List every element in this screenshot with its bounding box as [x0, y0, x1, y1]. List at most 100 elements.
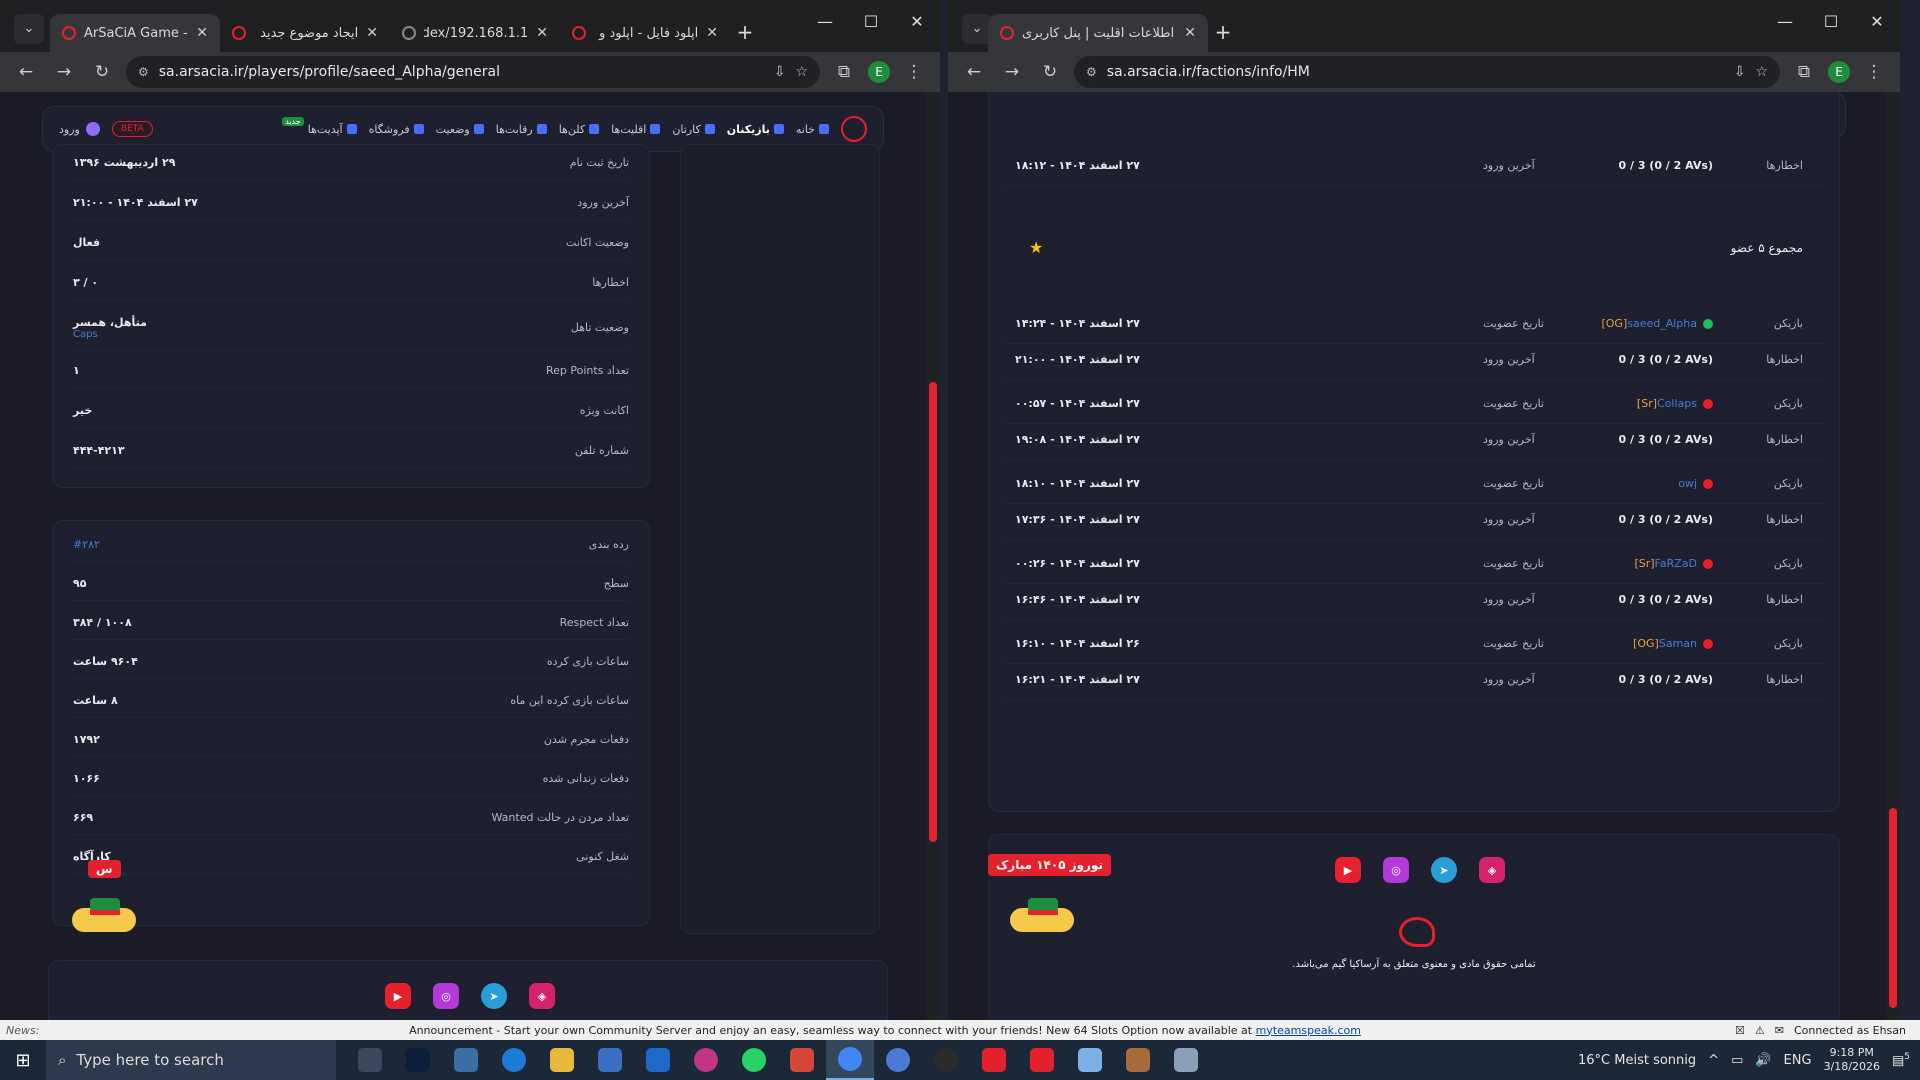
nowruz-mascot[interactable] — [1010, 898, 1074, 932]
nowruz-mascot[interactable] — [72, 898, 136, 932]
bookmark-star-icon[interactable]: ☆ — [1755, 64, 1768, 80]
discord-icon[interactable]: ◈ — [1479, 857, 1505, 883]
arsacia-icon[interactable] — [1018, 1040, 1066, 1080]
member-name[interactable]: owj — [1563, 477, 1713, 490]
nav-item-2[interactable]: کارتان — [672, 123, 715, 136]
site-logo[interactable] — [841, 116, 867, 142]
nowruz-badge[interactable]: نوروز ۱۴۰۵ مبارک — [988, 854, 1111, 876]
profile-avatar[interactable]: E — [1828, 61, 1850, 83]
tab-0[interactable]: اطلاعات اقلیت | پنل کاربری ✕ — [988, 14, 1208, 52]
install-app-icon[interactable]: ⇩ — [774, 64, 786, 80]
address-bar[interactable]: ⚙ sa.arsacia.ir/players/profile/saeed_Al… — [126, 56, 820, 88]
member-name[interactable]: [OG]saeed_Alpha — [1563, 317, 1713, 330]
forward-icon[interactable]: → — [50, 62, 78, 82]
youtube-icon[interactable]: ▶ — [1335, 857, 1361, 883]
volume-icon[interactable]: 🔊 — [1755, 1053, 1771, 1068]
site-info-icon[interactable]: ⚙ — [138, 65, 149, 79]
instagram-icon[interactable] — [682, 1040, 730, 1080]
extensions-icon[interactable]: ⧉ — [1790, 62, 1818, 82]
telegram-icon[interactable]: ➤ — [481, 983, 507, 1009]
file-explorer-icon[interactable] — [538, 1040, 586, 1080]
reload-icon[interactable]: ↻ — [88, 62, 116, 82]
member-name[interactable]: [Sr]Collaps — [1563, 397, 1713, 410]
discord-icon[interactable]: ◈ — [529, 983, 555, 1009]
maximize-button[interactable]: ☐ — [848, 12, 894, 31]
network-icon[interactable]: ▭ — [1731, 1053, 1743, 1068]
address-bar[interactable]: ⚙ sa.arsacia.ir/factions/info/HM ⇩ ☆ — [1074, 56, 1780, 88]
mail-icon[interactable]: ✉ — [1775, 1024, 1784, 1037]
browser-blue-icon[interactable] — [874, 1040, 922, 1080]
outlook-icon[interactable] — [634, 1040, 682, 1080]
remote-icon[interactable] — [1162, 1040, 1210, 1080]
weather-widget[interactable]: 16°C Meist sonnig — [1578, 1053, 1696, 1068]
tab-close-icon[interactable]: ✕ — [1184, 25, 1196, 41]
menu-icon[interactable]: ⋮ — [900, 62, 928, 82]
new-tab-button[interactable]: + — [1208, 14, 1238, 52]
reload-icon[interactable]: ↻ — [1036, 62, 1064, 82]
page-scrollbar[interactable] — [1886, 92, 1900, 1020]
clock[interactable]: 9:18 PM 3/18/2026 — [1824, 1046, 1880, 1074]
back-icon[interactable]: ← — [12, 62, 40, 82]
tab-close-icon[interactable]: ✕ — [196, 25, 208, 41]
store-icon[interactable] — [586, 1040, 634, 1080]
forward-icon[interactable]: → — [998, 62, 1026, 82]
nav-item-5[interactable]: رقابت‌ها — [496, 123, 547, 136]
spouse-link[interactable]: Caps — [73, 329, 147, 340]
notification-icon[interactable]: ▤5 — [1892, 1052, 1910, 1068]
floating-badge[interactable]: س — [88, 860, 121, 878]
extensions-icon[interactable]: ⧉ — [830, 62, 858, 82]
language-indicator[interactable]: ENG — [1784, 1053, 1812, 1068]
close-button[interactable]: ✕ — [1854, 12, 1900, 31]
nav-item-7[interactable]: فروشگاه — [369, 123, 424, 136]
nav-item-6[interactable]: وضعیت — [436, 123, 484, 136]
windows-start-icon[interactable]: ⊞ — [0, 1050, 46, 1071]
nav-item-4[interactable]: کلن‌ها — [559, 123, 600, 136]
instagram-icon[interactable]: ◎ — [433, 983, 459, 1009]
close-button[interactable]: ✕ — [894, 12, 940, 31]
taskbar-search[interactable]: ⌕ Type here to search — [46, 1040, 336, 1080]
page-scrollbar[interactable] — [926, 92, 940, 1020]
minimize-button[interactable]: — — [1762, 12, 1808, 31]
qbittorrent-icon[interactable] — [442, 1040, 490, 1080]
news-link[interactable]: myteamspeak.com — [1256, 1024, 1361, 1037]
chrome-icon[interactable] — [826, 1040, 874, 1080]
minimize-button[interactable]: — — [802, 12, 848, 31]
nav-item-8[interactable]: آپدیت‌هاجدید — [282, 116, 357, 136]
member-name[interactable]: [OG]Saman — [1563, 637, 1713, 650]
tab-close-icon[interactable]: ✕ — [366, 25, 378, 41]
menu-icon[interactable]: ⋮ — [1860, 62, 1888, 82]
tab-0[interactable]: ArSaCiA Game - N ✕ — [50, 14, 220, 52]
member-name[interactable]: [Sr]FaRZaD — [1563, 557, 1713, 570]
site-info-icon[interactable]: ⚙ — [1086, 65, 1097, 79]
edge-icon[interactable] — [490, 1040, 538, 1080]
new-tab-button[interactable]: + — [730, 14, 760, 52]
nav-item-1[interactable]: بازیکنان — [727, 123, 784, 136]
tab-close-icon[interactable]: ✕ — [536, 25, 548, 41]
photoshop-icon[interactable] — [394, 1040, 442, 1080]
install-app-icon[interactable]: ⇩ — [1734, 64, 1746, 80]
tab-1[interactable]: ایجاد موضوع جدید ✕ — [220, 14, 390, 52]
youtube-icon[interactable]: ▶ — [385, 983, 411, 1009]
instagram-icon[interactable]: ◎ — [1383, 857, 1409, 883]
bookmark-star-icon[interactable]: ☆ — [795, 64, 808, 80]
task-view-icon[interactable] — [346, 1040, 394, 1080]
telegram-icon[interactable]: ➤ — [1431, 857, 1457, 883]
close-icon[interactable]: ☒ — [1735, 1024, 1745, 1037]
profile-avatar[interactable]: E — [868, 61, 890, 83]
youtube-icon[interactable] — [970, 1040, 1018, 1080]
tray-chevron-icon[interactable]: ^ — [1708, 1053, 1719, 1068]
notepad-icon[interactable] — [1066, 1040, 1114, 1080]
nav-item-3[interactable]: اقلیت‌ها — [611, 123, 661, 136]
game-icon[interactable] — [1114, 1040, 1162, 1080]
whatsapp-icon[interactable] — [730, 1040, 778, 1080]
tab-2[interactable]: 192.168.1.1/index. ✕ — [390, 14, 560, 52]
tab-search-button[interactable]: ⌄ — [14, 14, 44, 44]
login-button[interactable]: ورود — [59, 122, 100, 136]
maximize-button[interactable]: ☐ — [1808, 12, 1854, 31]
pdf-icon[interactable] — [778, 1040, 826, 1080]
steam-icon[interactable] — [922, 1040, 970, 1080]
tab-close-icon[interactable]: ✕ — [706, 25, 718, 41]
back-icon[interactable]: ← — [960, 62, 988, 82]
tab-3[interactable]: آپلود فایل - اپلود و ✕ — [560, 14, 730, 52]
nav-item-0[interactable]: خانه — [796, 123, 829, 136]
